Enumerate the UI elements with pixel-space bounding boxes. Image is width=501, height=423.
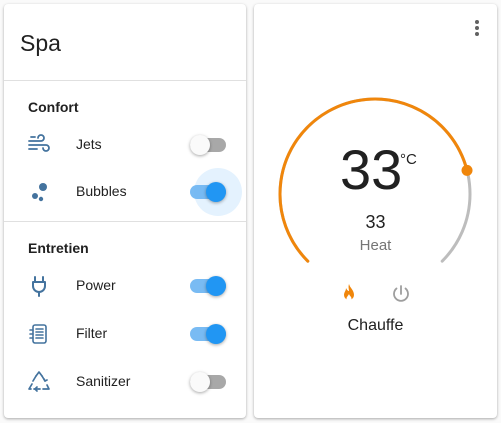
entity-label-jets: Jets bbox=[76, 136, 102, 152]
entity-row-filter[interactable]: Filter bbox=[4, 314, 246, 354]
dial-setpoint-handle bbox=[461, 164, 473, 176]
target-temperature: 33 bbox=[340, 138, 403, 201]
plug-icon bbox=[26, 274, 52, 298]
fire-icon[interactable] bbox=[337, 282, 361, 306]
current-temperature: 33 bbox=[365, 212, 386, 232]
hvac-mode-label: Heat bbox=[359, 237, 392, 254]
filter-toggle[interactable] bbox=[190, 324, 226, 344]
jets-toggle[interactable] bbox=[190, 135, 226, 155]
power-toggle[interactable] bbox=[190, 276, 226, 296]
sanitizer-toggle[interactable] bbox=[190, 372, 226, 392]
section-title-confort: Confort bbox=[28, 99, 79, 115]
entity-row-bubbles[interactable]: Bubbles bbox=[4, 168, 246, 216]
temperature-unit: °C bbox=[400, 151, 417, 168]
thermostat-card: 33 °C 33 Heat Chauffe bbox=[254, 4, 497, 418]
hvac-action-label: Chauffe bbox=[347, 317, 404, 334]
bubbles-icon bbox=[26, 180, 52, 204]
wind-icon bbox=[26, 133, 52, 157]
card-title: Spa bbox=[20, 30, 61, 56]
bubbles-toggle[interactable] bbox=[190, 168, 242, 216]
power-icon[interactable] bbox=[389, 282, 413, 306]
section-title-entretien: Entretien bbox=[28, 240, 89, 256]
spa-entities-card: Spa Confort Jets Bubbles Entretien Power… bbox=[4, 4, 246, 418]
entity-row-jets[interactable]: Jets bbox=[4, 125, 246, 165]
entity-row-power[interactable]: Power bbox=[4, 266, 246, 306]
entity-label-filter: Filter bbox=[76, 325, 108, 341]
section-divider bbox=[4, 221, 246, 222]
recycle-icon bbox=[26, 370, 52, 394]
entity-label-power: Power bbox=[76, 277, 116, 293]
entity-label-bubbles: Bubbles bbox=[76, 183, 127, 199]
filter-icon bbox=[26, 322, 52, 346]
title-divider bbox=[4, 80, 246, 81]
entity-label-sanitizer: Sanitizer bbox=[76, 373, 131, 389]
entity-row-sanitizer[interactable]: Sanitizer bbox=[4, 362, 246, 402]
